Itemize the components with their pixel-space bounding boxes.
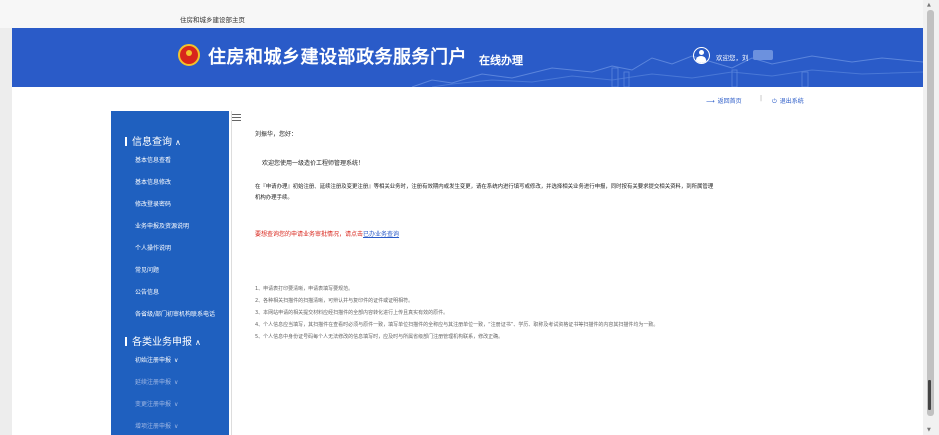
sidebar-item-faq[interactable]: 常见问题 [111, 263, 229, 279]
note-1: 1、申请表打印要清晰，申请表填写要规范。 [255, 286, 354, 292]
sidebar-item-initial-registration[interactable]: 初始注册申报 ∨ [111, 353, 229, 369]
sidebar-item-personal-guide[interactable]: 个人操作说明 [111, 241, 229, 257]
sidebar-item-additional-registration[interactable]: 增项注册申报 ∨ [111, 419, 229, 435]
welcome-user-text: 欢迎您，刘 [716, 54, 749, 62]
note-5: 5、个人信息中身份证号码每个人无法修改的信息填写时，应及时与所属省级部门注册管理… [255, 334, 504, 340]
scroll-down-arrow-icon[interactable]: ▼ [927, 427, 931, 433]
sidebar-item-change-registration[interactable]: 变更注册申报 ∨ [111, 397, 229, 413]
scrollbar-thumb[interactable] [927, 10, 934, 416]
browser-top-strip: 住房和城乡建设部主页 [0, 0, 939, 28]
national-emblem-icon [178, 44, 200, 66]
note-2: 2、各种相关扫描件的扫描清晰，可辨认并与复印件的证件或证明相符。 [255, 298, 414, 304]
welcome-message: 欢迎您使用一级造价工程师管理系统！ [262, 160, 365, 167]
username-redaction [753, 50, 773, 60]
instruction-line-2: 机构办理手续。 [255, 195, 293, 201]
arrow-right-icon: ⟶ [706, 98, 715, 105]
chevron-down-icon: ∨ [174, 401, 179, 408]
logout-link[interactable]: ⏻ 退出系统 [772, 96, 804, 106]
sidebar-group-info-query[interactable]: 信息查询 ∧ [125, 133, 181, 148]
return-home-link[interactable]: ⟶ 返回首页 [706, 96, 742, 105]
sidebar-item-renewal-registration[interactable]: 延续注册申报 ∨ [111, 375, 229, 391]
greeting-text: 刘振华，您好： [255, 131, 298, 138]
note-3: 3、本网站申请的相关提交材料应经扫描件的全部内容转化进行上传且真实有效的原件。 [255, 310, 449, 316]
skyline-decoration [411, 55, 923, 87]
header-banner: 住房和城乡建设部政务服务门户 在线办理 欢迎您，刘 [12, 28, 923, 87]
top-links: ⟶ 返回首页 | ⏻ 退出系统 [0, 95, 939, 106]
query-prompt: 要想查询您的申请业务审批情况，请点击已办业务查询 [255, 231, 400, 238]
chevron-down-icon: ∨ [174, 357, 179, 364]
site-title: 住房和城乡建设部政务服务门户 [208, 47, 467, 68]
scroll-up-arrow-icon[interactable]: ▲ [927, 2, 931, 8]
sidebar-menu: 信息查询 ∧ 基本信息查看 基本信息修改 修改登录密码 业务申报及资源说明 个人操… [111, 111, 229, 435]
note-4: 4、个人信息应当填写，其扫描件在查看时必须与原件一致，填写单位扫描件的全称应与其… [255, 322, 659, 328]
main-content: 刘振华，您好： 欢迎您使用一级造价工程师管理系统！ 在『申请办理』初始注册、延续… [231, 111, 824, 435]
sidebar-item-business-guide[interactable]: 业务申报及资源说明 [111, 219, 229, 235]
sidebar-item-basic-info-edit[interactable]: 基本信息修改 [111, 175, 229, 191]
sidebar-item-change-password[interactable]: 修改登录密码 [111, 197, 229, 213]
site-subtitle: 在线办理 [479, 54, 523, 67]
sidebar-group-business-apply[interactable]: 各类业务申报 ∧ [125, 333, 201, 348]
chevron-down-icon: ∨ [174, 423, 179, 430]
completed-business-query-link[interactable]: 已办业务查询 [363, 231, 399, 238]
sidebar-item-basic-info-view[interactable]: 基本信息查看 [111, 153, 229, 169]
link-separator: | [760, 95, 763, 102]
side-floating-tab[interactable] [928, 380, 931, 410]
browser-tab-title[interactable]: 住房和城乡建设部主页 [180, 14, 245, 24]
sidebar-item-contacts[interactable]: 各省级/部门初审机构联系电话 [111, 307, 229, 323]
chevron-down-icon: ∨ [174, 379, 179, 386]
sidebar-item-announcements[interactable]: 公告信息 [111, 285, 229, 301]
user-avatar-icon[interactable] [693, 47, 710, 64]
chevron-up-icon: ∧ [195, 338, 201, 347]
power-icon: ⏻ [772, 98, 777, 105]
instruction-line-1: 在『申请办理』初始注册、延续注册及变更注册』等相关业务时，注册有效期内或发生变更… [255, 184, 714, 190]
chevron-up-icon: ∧ [175, 138, 181, 147]
